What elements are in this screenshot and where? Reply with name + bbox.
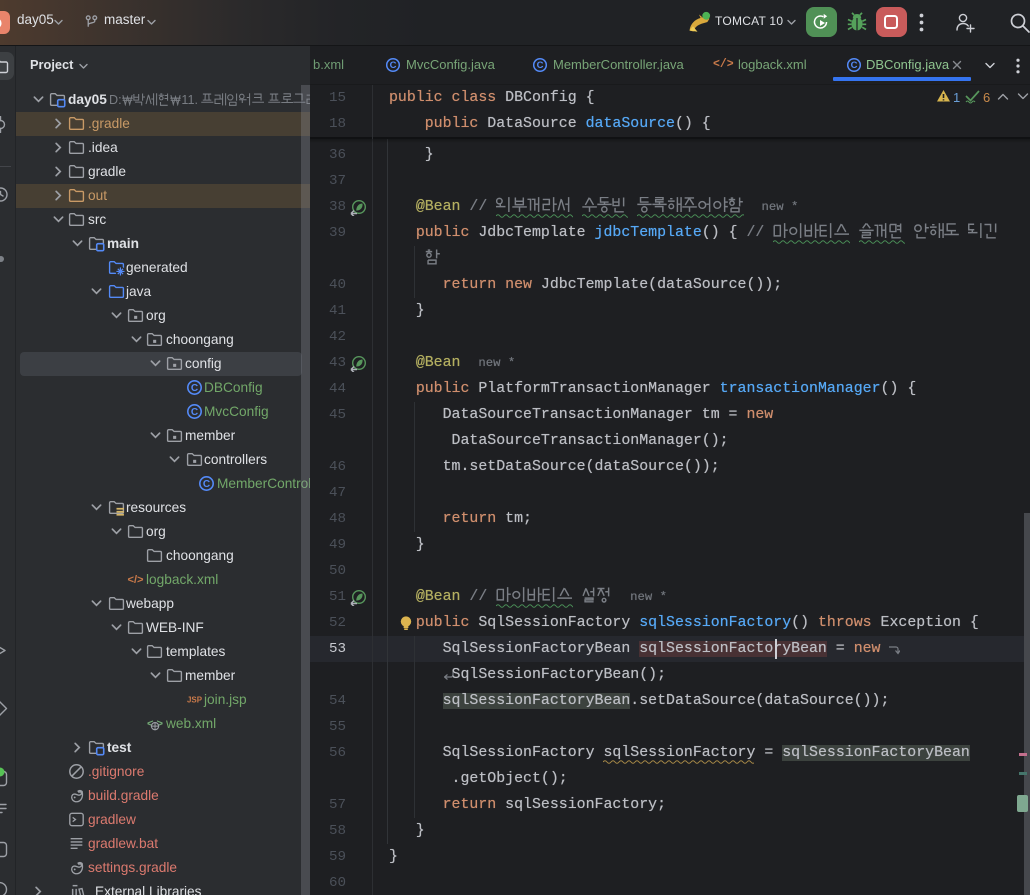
svg-text:C: C: [191, 407, 198, 418]
svg-text:JSP: JSP: [187, 696, 203, 705]
svg-text:</>: </>: [127, 574, 144, 586]
svg-text:C: C: [203, 479, 210, 490]
svg-text:C: C: [390, 60, 397, 71]
svg-text:C: C: [851, 60, 858, 71]
svg-text:C: C: [537, 60, 544, 71]
svg-text:C: C: [191, 383, 198, 394]
